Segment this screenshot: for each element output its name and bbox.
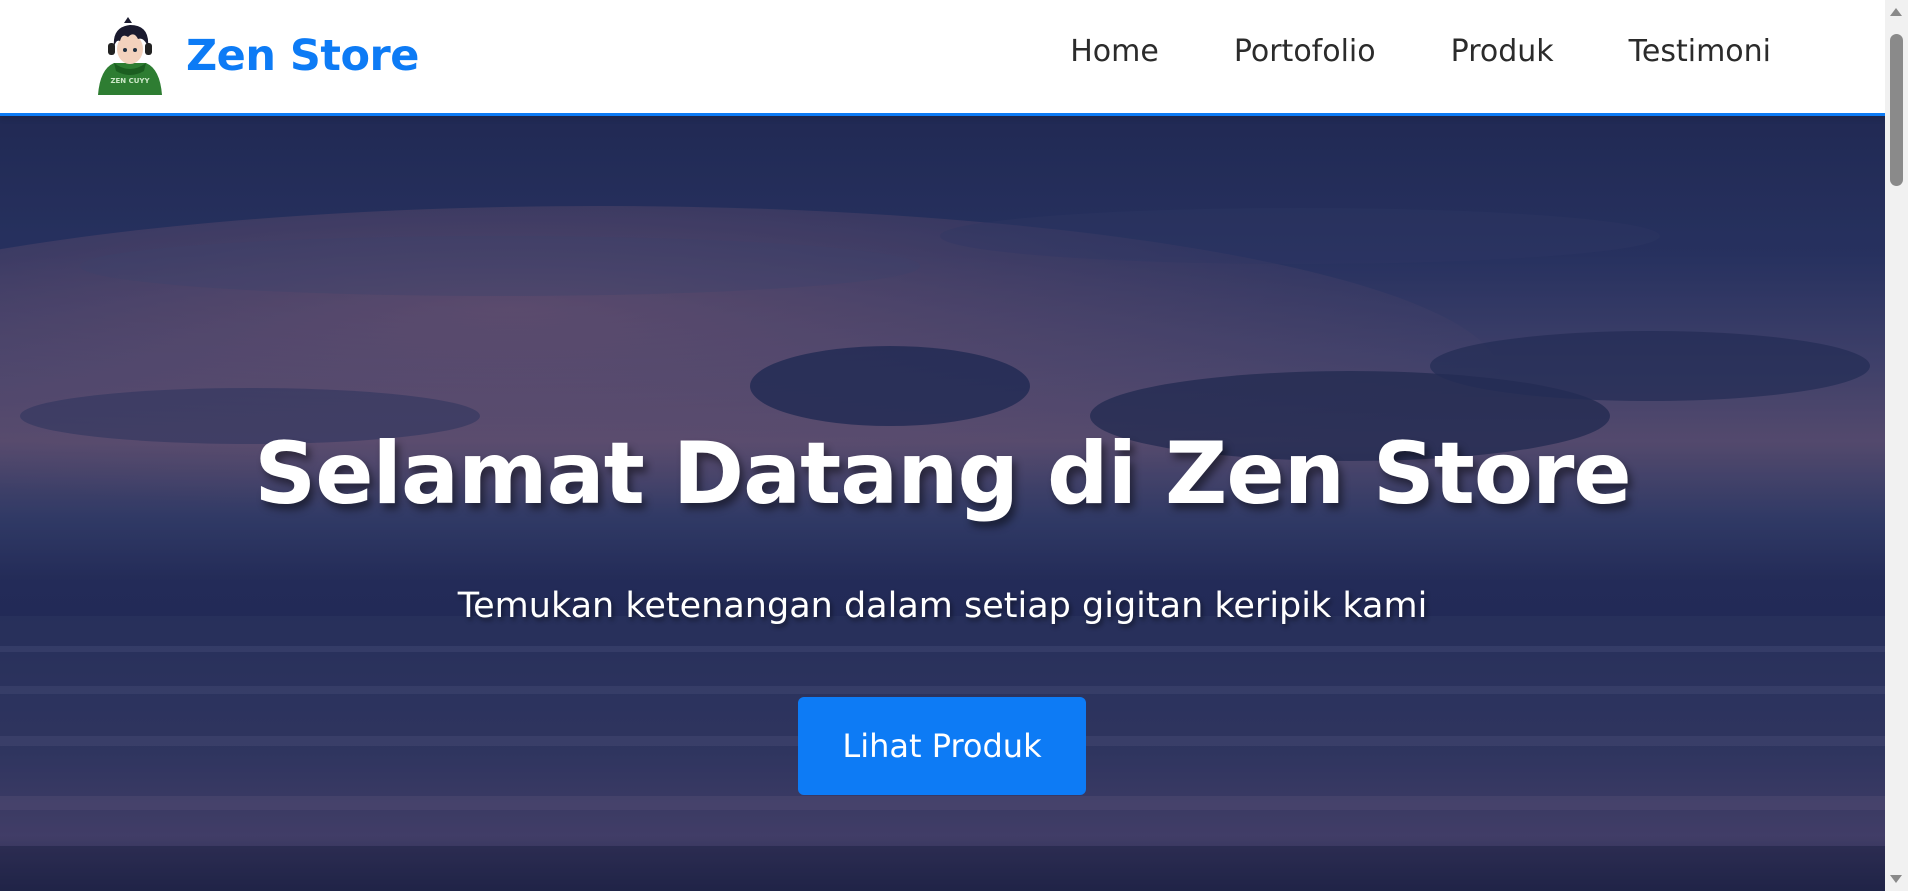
nav-item-portofolio[interactable]: Portofolio xyxy=(1234,34,1376,69)
navbar: ZEN CUYY Zen Store Home Portofolio Produ… xyxy=(0,0,1885,116)
nav-item-produk[interactable]: Produk xyxy=(1451,34,1554,69)
hero-section: Selamat Datang di Zen Store Temukan kete… xyxy=(0,116,1885,891)
page: ZEN CUYY Zen Store Home Portofolio Produ… xyxy=(0,0,1885,891)
view-products-button[interactable]: Lihat Produk xyxy=(798,697,1086,795)
scrollbar-thumb[interactable] xyxy=(1890,34,1903,186)
logo-text: ZEN CUYY xyxy=(110,77,150,85)
brand[interactable]: ZEN CUYY Zen Store xyxy=(94,16,419,96)
nav-links: Home Portofolio Produk Testimoni xyxy=(995,34,1771,69)
scroll-down-arrow-icon[interactable] xyxy=(1890,875,1902,883)
nav-item-testimoni[interactable]: Testimoni xyxy=(1629,34,1771,69)
hero-subtitle: Temukan ketenangan dalam setiap gigitan … xyxy=(457,586,1428,626)
hero-title: Selamat Datang di Zen Store xyxy=(254,424,1631,524)
scroll-up-arrow-icon[interactable] xyxy=(1890,8,1902,16)
brand-name[interactable]: Zen Store xyxy=(186,31,419,81)
vertical-scrollbar[interactable] xyxy=(1885,0,1908,891)
nav-item-home[interactable]: Home xyxy=(1070,34,1159,69)
avatar-logo-icon: ZEN CUYY xyxy=(98,17,162,95)
